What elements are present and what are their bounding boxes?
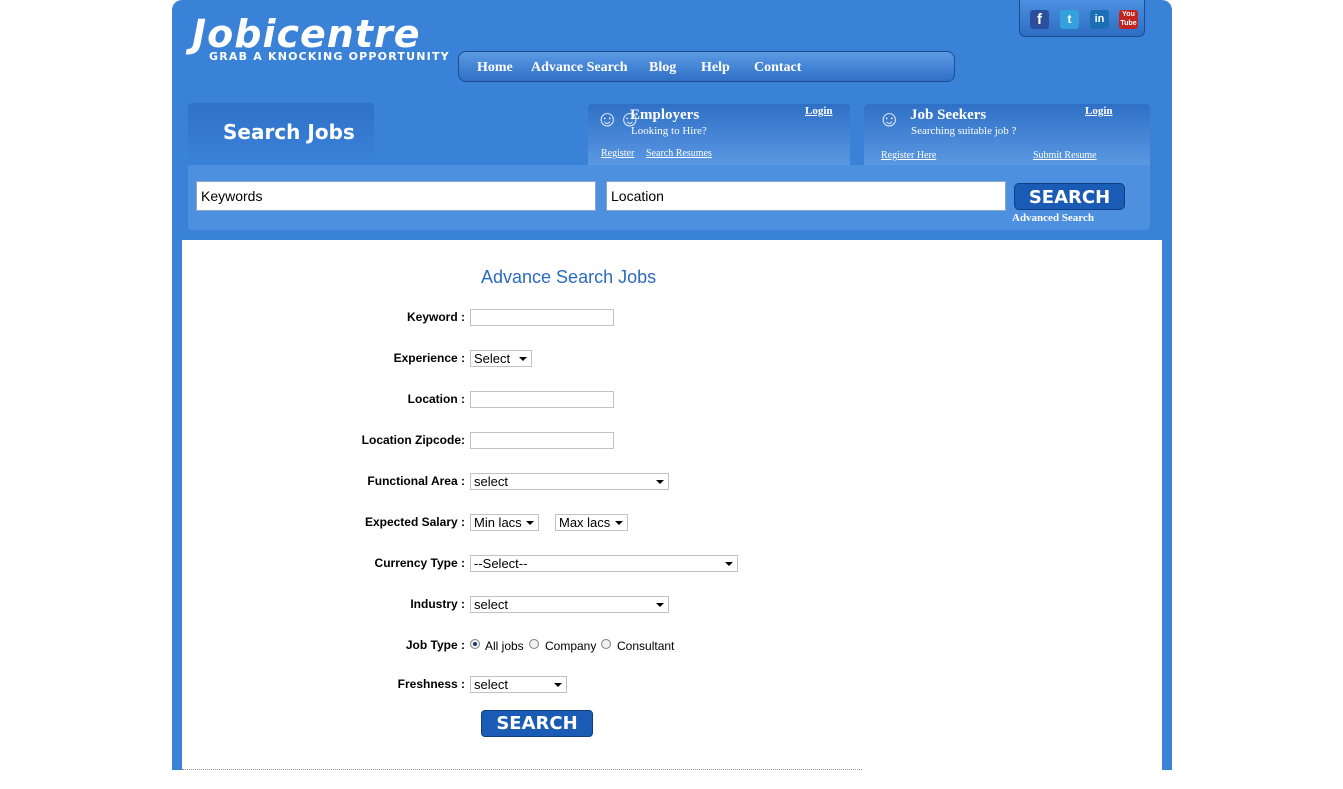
industry-label: Industry : [410, 597, 465, 611]
currency-label: Currency Type : [374, 556, 465, 570]
industry-select[interactable]: select [470, 596, 669, 613]
chevron-down-icon [656, 603, 664, 607]
keywords-input[interactable] [196, 181, 596, 211]
youtube-icon[interactable]: You Tube [1119, 10, 1138, 29]
submit-resume-link[interactable]: Submit Resume [1033, 150, 1097, 161]
social-links: f t in You Tube [1019, 0, 1145, 37]
keyword-field[interactable] [470, 309, 614, 326]
nav-contact[interactable]: Contact [754, 60, 801, 76]
currency-select[interactable]: --Select-- [470, 555, 738, 572]
functional-area-value: select [474, 474, 508, 489]
company-radio[interactable] [529, 639, 539, 649]
twitter-icon[interactable]: t [1060, 10, 1079, 29]
job-seekers-panel: ☺ Job Seekers Searching suitable job ? L… [864, 104, 1150, 165]
freshness-value: select [474, 677, 508, 692]
search-resumes-link[interactable]: Search Resumes [646, 148, 712, 159]
nav-home[interactable]: Home [477, 60, 513, 76]
search-jobs-tab[interactable]: Search Jobs [188, 103, 374, 165]
divider [182, 769, 862, 770]
functional-area-select[interactable]: select [470, 473, 669, 490]
page-frame: Jobicentre GRAB A KNOCKING OPPORTUNITY H… [172, 0, 1172, 770]
employers-title: Employers [630, 107, 700, 123]
chevron-down-icon [554, 683, 562, 687]
job-type-label: Job Type : [405, 638, 465, 652]
location-input[interactable] [606, 181, 1006, 211]
consultant-label: Consultant [617, 639, 675, 653]
chevron-down-icon [519, 357, 527, 361]
form-title: Advance Search Jobs [481, 267, 657, 287]
search-jobs-label: Search Jobs [223, 120, 355, 144]
experience-value: Select [474, 351, 511, 366]
max-salary-select[interactable]: Max lacs [555, 514, 628, 531]
consultant-radio[interactable] [601, 639, 611, 649]
zipcode-field[interactable] [470, 432, 614, 449]
advance-search-button[interactable]: SEARCH [481, 710, 593, 737]
job-seekers-login-link[interactable]: Login [1085, 105, 1113, 117]
quick-search-bar: SEARCH Advanced Search [188, 165, 1150, 230]
logo-tagline: GRAB A KNOCKING OPPORTUNITY [209, 50, 450, 63]
user-search-icon: ☺ [878, 106, 901, 131]
location-label: Location : [407, 392, 465, 406]
zipcode-label: Location Zipcode: [361, 433, 465, 447]
employers-panel: ☺☺ Employers Looking to Hire? Login Regi… [588, 104, 850, 165]
logo[interactable]: Jobicentre GRAB A KNOCKING OPPORTUNITY [192, 12, 450, 63]
employers-register-link[interactable]: Register [601, 148, 634, 159]
linkedin-icon[interactable]: in [1090, 10, 1109, 29]
main-content: Advance Search Jobs Keyword : Experience… [182, 240, 1162, 770]
all-jobs-label: All jobs [485, 639, 524, 653]
experience-label: Experience : [393, 351, 465, 365]
job-seekers-register-link[interactable]: Register Here [881, 150, 936, 161]
main-nav: Home Advance Search Blog Help Contact [458, 51, 955, 82]
min-salary-select[interactable]: Min lacs [470, 514, 539, 531]
company-label: Company [545, 639, 597, 653]
location-field[interactable] [470, 391, 614, 408]
max-salary-value: Max lacs [559, 515, 611, 530]
chevron-down-icon [725, 562, 733, 566]
currency-value: --Select-- [474, 556, 528, 571]
all-jobs-radio[interactable] [470, 639, 480, 649]
freshness-select[interactable]: select [470, 676, 567, 693]
nav-help[interactable]: Help [701, 60, 730, 76]
chevron-down-icon [656, 480, 664, 484]
employers-login-link[interactable]: Login [805, 105, 833, 117]
industry-value: select [474, 597, 508, 612]
min-salary-value: Min lacs [474, 515, 522, 530]
employers-subtitle: Looking to Hire? [631, 125, 707, 137]
freshness-label: Freshness : [397, 677, 465, 691]
chevron-down-icon [526, 521, 534, 525]
job-seekers-title: Job Seekers [910, 107, 987, 123]
chevron-down-icon [615, 521, 623, 525]
advanced-search-link[interactable]: Advanced Search [1012, 212, 1094, 224]
quick-search-button[interactable]: SEARCH [1014, 183, 1125, 210]
facebook-icon[interactable]: f [1030, 10, 1049, 29]
keyword-label: Keyword : [406, 310, 465, 324]
nav-advance-search[interactable]: Advance Search [531, 60, 628, 76]
functional-area-label: Functional Area : [367, 474, 465, 488]
nav-blog[interactable]: Blog [649, 60, 676, 76]
job-seekers-subtitle: Searching suitable job ? [911, 125, 1017, 137]
experience-select[interactable]: Select [470, 350, 532, 367]
salary-label: Expected Salary : [364, 515, 465, 529]
